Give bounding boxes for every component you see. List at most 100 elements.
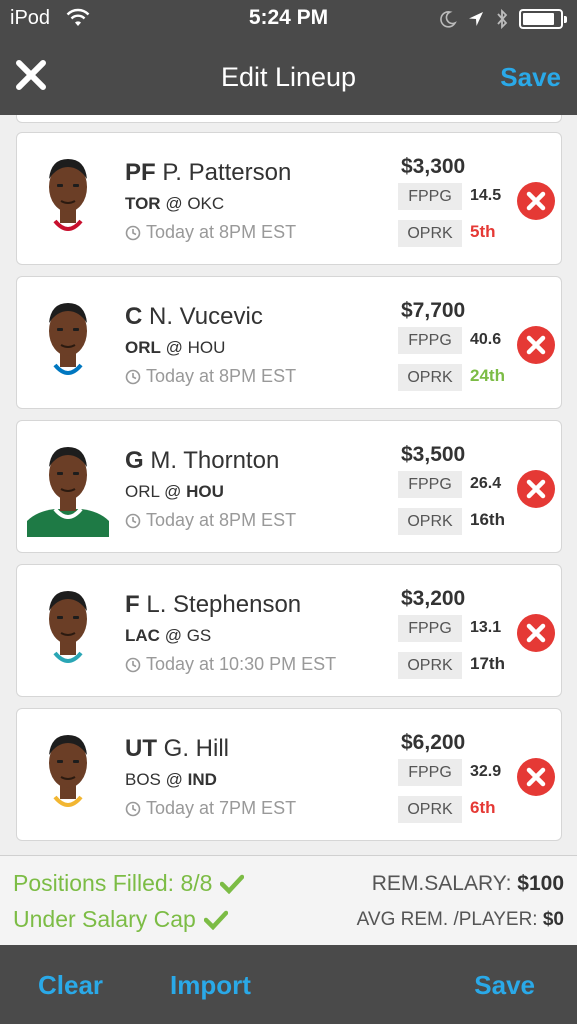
previous-card-edge — [16, 115, 562, 123]
home-team: IND — [187, 770, 217, 789]
player-name-line: PF P. Patterson — [125, 159, 291, 187]
home-team: OKC — [187, 194, 225, 213]
player-headshot — [27, 295, 109, 393]
oprk-label: OPRK — [398, 796, 462, 823]
clock-icon — [125, 369, 141, 384]
nav-save-button[interactable]: Save — [500, 62, 561, 93]
game-time-text: Today at 10:30 PM EST — [146, 654, 337, 674]
game-time: Today at 8PM EST — [125, 366, 296, 387]
import-button[interactable]: Import — [170, 970, 251, 1001]
oprk-value: 16th — [470, 510, 505, 529]
remove-player-icon[interactable] — [516, 469, 556, 509]
matchup: ORL @ HOU — [125, 482, 224, 502]
matchup: TOR @ OKC — [125, 194, 224, 214]
location-icon — [469, 12, 483, 26]
remove-player-icon[interactable] — [516, 325, 556, 365]
moon-icon — [440, 11, 457, 28]
player-card[interactable]: PF P. Patterson TOR @ OKC Today at 8PM E… — [16, 132, 562, 265]
player-name-line: G M. Thornton — [125, 447, 279, 475]
at-symbol: @ — [164, 482, 182, 501]
away-team: ORL — [125, 338, 161, 357]
player-headshot — [27, 439, 109, 537]
rem-salary-label: REM.SALARY: — [371, 872, 512, 895]
fppg-label: FPPG — [398, 471, 462, 498]
oprk-value: 5th — [470, 222, 496, 241]
matchup: BOS @ IND — [125, 770, 217, 790]
fppg-label: FPPG — [398, 615, 462, 642]
game-time-text: Today at 8PM EST — [146, 510, 297, 530]
oprk-value: 24th — [470, 366, 505, 385]
fppg-value: 14.5 — [470, 187, 502, 204]
player-salary: $7,700 — [401, 299, 466, 322]
battery-icon — [519, 9, 567, 29]
clock-icon — [125, 801, 141, 816]
player-salary: $3,200 — [401, 587, 466, 610]
game-time-text: Today at 8PM EST — [146, 222, 297, 242]
clock-icon — [125, 513, 141, 528]
positions-filled-text: Positions Filled: 8/8 — [13, 870, 213, 896]
salary-cap-status: Under Salary Cap — [13, 906, 228, 933]
remaining-salary: REM.SALARY: $100 — [372, 872, 564, 896]
player-card[interactable]: C N. Vucevic ORL @ HOU Today at 8PM EST … — [16, 276, 562, 409]
player-name-line: F L. Stephenson — [125, 591, 301, 619]
clear-button[interactable]: Clear — [38, 970, 103, 1001]
lineup-list[interactable]: PF P. Patterson TOR @ OKC Today at 8PM E… — [0, 115, 577, 855]
game-time: Today at 8PM EST — [125, 222, 296, 243]
fppg-value: 40.6 — [470, 331, 502, 348]
top-bar: iPod 5:24 PM Edit Lineup Save — [0, 0, 577, 115]
player-headshot — [27, 727, 109, 825]
at-symbol: @ — [164, 626, 182, 645]
player-salary: $3,500 — [401, 443, 466, 466]
at-symbol: @ — [165, 194, 183, 213]
remove-player-icon[interactable] — [516, 181, 556, 221]
away-team: ORL — [125, 482, 160, 501]
home-team: HOU — [187, 338, 226, 357]
player-name: G. Hill — [163, 735, 230, 762]
oprk-value: 6th — [470, 798, 496, 817]
player-position: PF — [125, 159, 156, 186]
oprk-value: 17th — [470, 654, 505, 673]
game-time-text: Today at 8PM EST — [146, 366, 297, 386]
checkmark-icon — [220, 874, 245, 894]
fppg-value: 32.9 — [470, 763, 502, 780]
game-time-text: Today at 7PM EST — [146, 798, 297, 818]
page-title: Edit Lineup — [220, 62, 357, 92]
home-team: GS — [186, 626, 212, 645]
player-name: L. Stephenson — [146, 591, 302, 618]
avg-rem-value: $0 — [542, 909, 564, 930]
save-button[interactable]: Save — [474, 970, 535, 1001]
player-position: G — [125, 447, 144, 474]
fppg-label: FPPG — [398, 183, 462, 210]
player-card[interactable]: F L. Stephenson LAC @ GS Today at 10:30 … — [16, 564, 562, 697]
lineup-summary: Positions Filled: 8/8 Under Salary Cap R… — [0, 855, 577, 945]
player-card[interactable]: G M. Thornton ORL @ HOU Today at 8PM EST… — [16, 420, 562, 553]
remove-player-icon[interactable] — [516, 757, 556, 797]
at-symbol: @ — [165, 338, 183, 357]
matchup: LAC @ GS — [125, 626, 211, 646]
player-name-line: C N. Vucevic — [125, 303, 263, 331]
positions-filled-status: Positions Filled: 8/8 — [13, 870, 245, 897]
game-time: Today at 10:30 PM EST — [125, 654, 336, 675]
checkmark-icon — [203, 910, 228, 930]
fppg-value: 13.1 — [470, 619, 502, 636]
away-team: TOR — [125, 194, 161, 213]
game-time: Today at 7PM EST — [125, 798, 296, 819]
remove-player-icon[interactable] — [516, 613, 556, 653]
oprk-label: OPRK — [398, 652, 462, 679]
away-team: LAC — [125, 626, 160, 645]
avg-remaining-per-player: AVG REM. /PLAYER: $0 — [357, 909, 564, 931]
player-salary: $3,300 — [401, 155, 466, 178]
fppg-label: FPPG — [398, 759, 462, 786]
home-team: HOU — [186, 482, 224, 501]
status-icons — [439, 8, 567, 30]
player-card[interactable]: UT G. Hill BOS @ IND Today at 7PM EST $6… — [16, 708, 562, 841]
player-headshot — [27, 151, 109, 249]
player-name: P. Patterson — [162, 159, 292, 186]
oprk-label: OPRK — [398, 364, 462, 391]
player-position: UT — [125, 735, 157, 762]
clock-icon — [125, 225, 141, 240]
oprk-label: OPRK — [398, 220, 462, 247]
fppg-label: FPPG — [398, 327, 462, 354]
under-cap-text: Under Salary Cap — [13, 906, 196, 932]
bottom-toolbar: Clear Import Save — [0, 945, 577, 1024]
